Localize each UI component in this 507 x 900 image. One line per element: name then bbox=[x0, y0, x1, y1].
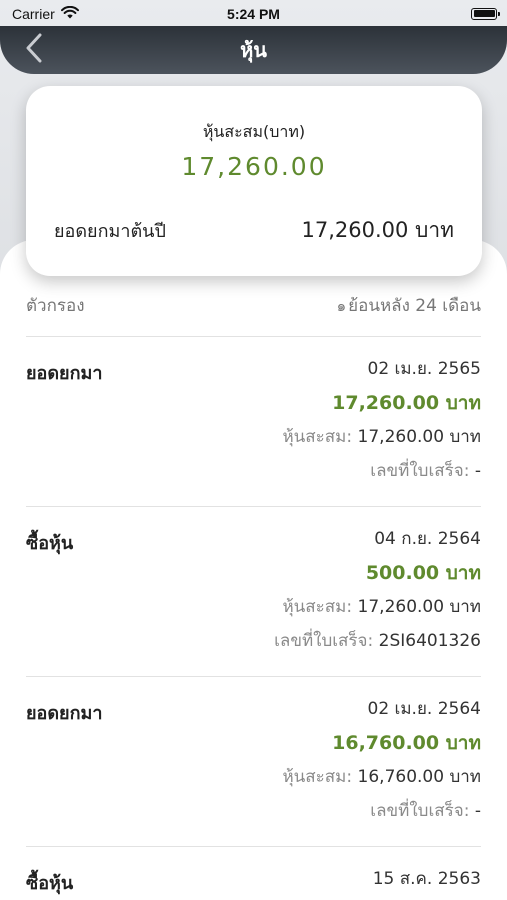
brought-forward-value: 17,260.00 บาท bbox=[301, 218, 454, 242]
carrier-label: Carrier bbox=[12, 5, 55, 22]
cumulative-value: 17,260.00 บาท bbox=[357, 597, 481, 617]
transaction-cumulative: หุ้นสะสม: 17,260.00 บาท bbox=[274, 596, 481, 630]
transaction-details: 02 เม.ย. 2565 17,260.00 บาท หุ้นสะสม: 17… bbox=[282, 358, 481, 494]
transaction-amount: 17,260.00 บาท bbox=[332, 392, 481, 414]
transaction-date: 02 เม.ย. 2564 bbox=[367, 699, 482, 719]
transaction-details: 02 เม.ย. 2564 16,760.00 บาท หุ้นสะสม: 16… bbox=[282, 698, 481, 834]
battery-icon bbox=[471, 7, 500, 20]
transaction-details: 15 ส.ค. 2563 bbox=[373, 868, 481, 900]
transaction-date: 02 เม.ย. 2565 bbox=[367, 359, 482, 379]
transaction-type: ซื้อหุ้น bbox=[26, 533, 74, 554]
receipt-value: 2SI6401326 bbox=[378, 631, 481, 651]
divider bbox=[26, 846, 481, 847]
transaction-receipt: เลขที่ใบเสร็จ: - bbox=[282, 460, 481, 494]
nav-bar: หุ้น bbox=[0, 26, 507, 74]
period-label: ย้อนหลัง 24 เดือน bbox=[348, 296, 481, 316]
receipt-label: เลขที่ใบเสร็จ: bbox=[274, 631, 374, 651]
brought-forward-row: ยอดยกมาต้นปี 17,260.00 บาท bbox=[54, 214, 454, 247]
filter-button[interactable]: ตัวกรอง bbox=[26, 292, 85, 319]
transaction-type: ยอดยกมา bbox=[26, 703, 103, 724]
wifi-icon bbox=[60, 5, 79, 22]
transaction-item[interactable]: ซื้อหุ้น 15 ส.ค. 2563 bbox=[26, 868, 481, 900]
accumulated-shares-label: หุ้นสะสม(บาท) bbox=[202, 122, 306, 141]
page-title: หุ้น bbox=[240, 38, 267, 62]
divider bbox=[26, 336, 481, 337]
accumulated-shares-amount: 17,260.00 bbox=[181, 152, 327, 181]
filter-row: ตัวกรอง ๑ ย้อนหลัง 24 เดือน bbox=[26, 292, 481, 319]
transaction-details: 04 ก.ย. 2564 500.00 บาท หุ้นสะสม: 17,260… bbox=[274, 528, 481, 664]
summary-card: หุ้นสะสม(บาท) 17,260.00 ยอดยกมาต้นปี 17,… bbox=[26, 86, 482, 276]
transaction-item[interactable]: ยอดยกมา 02 เม.ย. 2564 16,760.00 บาท หุ้น… bbox=[26, 698, 481, 828]
transaction-date: 15 ส.ค. 2563 bbox=[372, 869, 481, 889]
transaction-cumulative: หุ้นสะสม: 16,760.00 บาท bbox=[282, 766, 481, 800]
receipt-value: - bbox=[474, 461, 481, 481]
cumulative-label: หุ้นสะสม: bbox=[282, 597, 353, 617]
transaction-type: ยอดยกมา bbox=[26, 363, 103, 384]
period-selector[interactable]: ๑ ย้อนหลัง 24 เดือน bbox=[337, 292, 481, 319]
transaction-receipt: เลขที่ใบเสร็จ: 2SI6401326 bbox=[274, 630, 481, 664]
cumulative-label: หุ้นสะสม: bbox=[282, 767, 353, 787]
transaction-amount: 500.00 บาท bbox=[365, 562, 481, 584]
transaction-cumulative: หุ้นสะสม: 17,260.00 บาท bbox=[282, 426, 481, 460]
cumulative-label: หุ้นสะสม: bbox=[282, 427, 353, 447]
receipt-label: เลขที่ใบเสร็จ: bbox=[370, 801, 470, 821]
receipt-label: เลขที่ใบเสร็จ: bbox=[370, 461, 470, 481]
cumulative-value: 16,760.00 บาท bbox=[357, 767, 481, 787]
transaction-item[interactable]: ซื้อหุ้น 04 ก.ย. 2564 500.00 บาท หุ้นสะส… bbox=[26, 528, 481, 658]
transaction-receipt: เลขที่ใบเสร็จ: - bbox=[282, 800, 481, 834]
transaction-date: 04 ก.ย. 2564 bbox=[374, 529, 481, 549]
status-bar: Carrier 5:24 PM bbox=[0, 0, 507, 27]
chevron-left-icon bbox=[25, 33, 43, 67]
status-left: Carrier bbox=[12, 5, 79, 22]
brought-forward-label: ยอดยกมาต้นปี bbox=[54, 221, 166, 242]
transaction-amount: 16,760.00 บาท bbox=[332, 732, 481, 754]
clock-icon: ๑ bbox=[336, 296, 347, 315]
divider bbox=[26, 676, 481, 677]
divider bbox=[26, 506, 481, 507]
receipt-value: - bbox=[474, 801, 481, 821]
transaction-type: ซื้อหุ้น bbox=[26, 873, 74, 894]
back-button[interactable] bbox=[14, 30, 54, 70]
transaction-item[interactable]: ยอดยกมา 02 เม.ย. 2565 17,260.00 บาท หุ้น… bbox=[26, 358, 481, 488]
cumulative-value: 17,260.00 บาท bbox=[357, 427, 481, 447]
